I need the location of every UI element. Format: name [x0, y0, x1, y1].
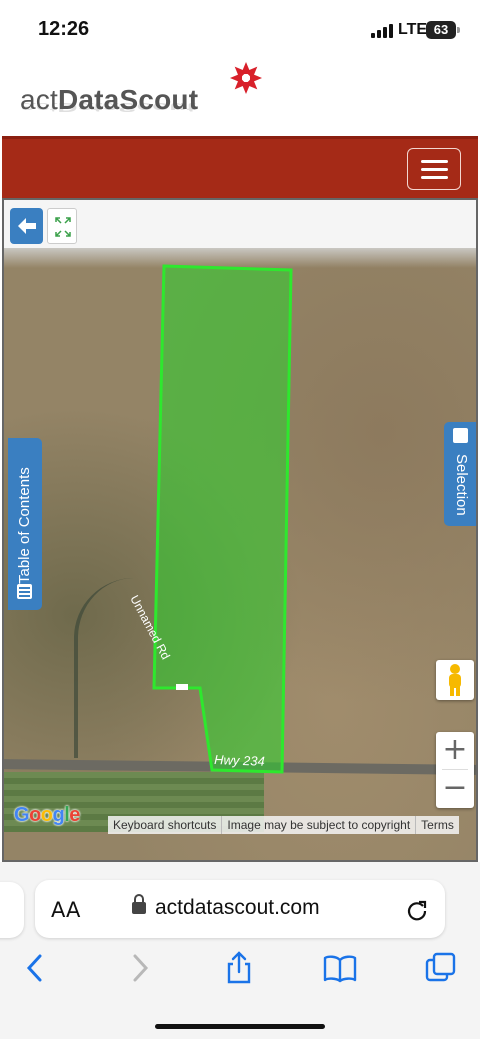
site-header: [2, 136, 478, 198]
browser-nav-row: [0, 950, 480, 990]
selection-label: Selection: [453, 454, 470, 516]
fullscreen-button[interactable]: [47, 208, 77, 244]
network-type: LTE: [398, 21, 428, 38]
zoom-out-button[interactable]: −: [436, 770, 474, 808]
selection-tab[interactable]: Selection: [444, 422, 476, 526]
back-icon[interactable]: [18, 950, 54, 986]
map-toolbar: [4, 200, 476, 248]
forward-icon[interactable]: [121, 950, 157, 986]
parcel-polygon: [152, 264, 293, 774]
google-logo[interactable]: Google: [14, 804, 80, 827]
map-frame: Hwy 234 Unnamed Rd Table of Contents Sel…: [2, 198, 478, 862]
status-bar: 12:26 LTE 63: [0, 0, 480, 60]
zoom-in-button[interactable]: +: [436, 732, 474, 770]
url-text[interactable]: actdatascout.com: [155, 896, 320, 920]
back-arrow-icon: [18, 218, 36, 234]
bookmarks-icon[interactable]: [322, 950, 358, 986]
status-time: 12:26: [38, 18, 90, 40]
satellite-map[interactable]: Hwy 234 Unnamed Rd Table of Contents Sel…: [4, 248, 476, 860]
list-icon: [17, 584, 32, 599]
map-attribution: Keyboard shortcuts Image may be subject …: [108, 816, 459, 834]
browser-toolbar: AA actdatascout.com: [0, 862, 480, 1039]
street-view-pegman[interactable]: [436, 660, 474, 700]
home-indicator[interactable]: [155, 1024, 325, 1029]
signal-icon: [371, 24, 393, 38]
parcel-overlay[interactable]: Hwy 234 Unnamed Rd: [4, 248, 476, 860]
keyboard-shortcuts-link[interactable]: Keyboard shortcuts: [108, 816, 221, 834]
table-of-contents-tab[interactable]: Table of Contents: [8, 438, 42, 610]
site-logo[interactable]: actDataScout actDataScout: [20, 60, 280, 136]
zoom-control: + −: [436, 732, 474, 808]
lock-icon: [132, 894, 146, 914]
parcel-marker: [176, 684, 188, 690]
fullscreen-icon: [55, 217, 71, 237]
toc-label: Table of Contents: [16, 467, 33, 584]
copyright-notice: Image may be subject to copyright: [221, 816, 415, 834]
reload-icon[interactable]: [405, 898, 429, 922]
share-icon[interactable]: [221, 950, 257, 986]
back-button[interactable]: [10, 208, 43, 244]
road-label-hwy: Hwy 234: [214, 752, 265, 769]
tabs-icon[interactable]: [423, 950, 459, 986]
pegman-icon: [449, 664, 461, 696]
previous-tab-edge[interactable]: [0, 882, 24, 938]
address-bar[interactable]: AA actdatascout.com: [35, 880, 445, 938]
text-size-button[interactable]: AA: [51, 898, 80, 922]
list-icon: [453, 428, 468, 443]
terms-link[interactable]: Terms: [415, 816, 459, 834]
menu-icon: [421, 160, 448, 163]
battery-icon: 63: [426, 21, 460, 39]
menu-button[interactable]: [407, 148, 461, 190]
logo-mark-icon: [230, 62, 262, 94]
logo-reflection: actDataScout: [20, 100, 196, 114]
